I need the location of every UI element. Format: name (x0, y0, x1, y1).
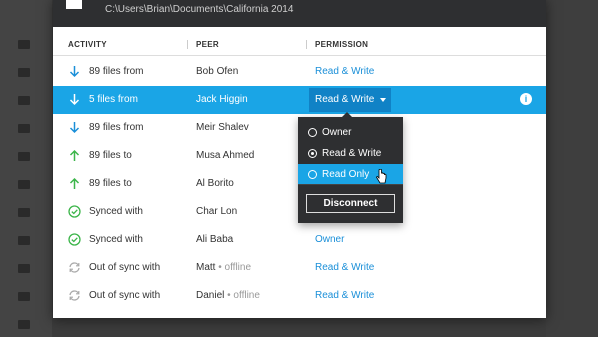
folder-icon (18, 40, 30, 49)
table-row[interactable]: Out of sync with Daniel • offline Read &… (53, 282, 546, 310)
folder-icon (18, 124, 30, 133)
activity-text: 89 files from (89, 122, 144, 133)
folder-path: C:\Users\Brian\Documents\California 2014 (105, 4, 294, 15)
peer-name: Ali Baba (196, 234, 234, 245)
option-label: Read Only (322, 169, 370, 180)
permission-link[interactable]: Read & Write (315, 290, 374, 301)
folder-icon (18, 292, 30, 301)
offline-status: • offline (224, 290, 260, 301)
activity-text: Out of sync with (89, 290, 161, 301)
folder-icon (18, 180, 30, 189)
table-row[interactable]: Synced with Ali Baba Owner (53, 226, 546, 254)
radio-icon (308, 170, 317, 179)
permission-link[interactable]: Read & Write (315, 66, 374, 77)
option-read-only[interactable]: Read Only (298, 164, 403, 184)
radio-checked-icon (308, 149, 317, 158)
hand-cursor-icon (376, 169, 387, 184)
column-header-peer: PEER (196, 40, 219, 49)
check-circle-icon (68, 205, 81, 218)
peer-name: Daniel • offline (196, 290, 260, 301)
folder-icon (18, 152, 30, 161)
peer-name: Jack Higgin (196, 94, 248, 105)
option-label: Read & Write (322, 148, 382, 159)
activity-text: 89 files to (89, 178, 132, 189)
check-circle-icon (68, 233, 81, 246)
arrow-up-icon (69, 149, 80, 161)
permission-link[interactable]: Read & Write (315, 262, 374, 273)
column-header-permission: PERMISSION (315, 40, 369, 49)
permission-dropdown: Owner Read & Write Read Only Disconnect (298, 112, 403, 223)
dropdown-divider (298, 184, 403, 185)
table-row[interactable]: 89 files from Bob Ofen Read & Write (53, 58, 546, 86)
peer-name: Al Borito (196, 178, 234, 189)
peer-name: Bob Ofen (196, 66, 239, 77)
permission-link[interactable]: Owner (315, 234, 344, 245)
arrow-down-icon (69, 66, 80, 78)
activity-text: Synced with (89, 206, 143, 217)
radio-icon (308, 128, 317, 137)
peer-name: Meir Shalev (196, 122, 249, 133)
background-right-panel (546, 0, 598, 337)
folder-icon (18, 96, 30, 105)
option-label: Owner (322, 127, 352, 138)
header-divider (53, 55, 546, 56)
peer-name: Matt • offline (196, 262, 251, 273)
column-separator (187, 40, 188, 49)
folder-thumbnail-icon (66, 0, 82, 9)
activity-text: Synced with (89, 234, 143, 245)
folder-icon (18, 68, 30, 77)
dialog-header: C:\Users\Brian\Documents\California 2014 (53, 0, 546, 27)
sync-icon (69, 290, 80, 301)
offline-status: • offline (215, 262, 252, 273)
background-sidebar (0, 0, 52, 337)
peer-name-text: Matt (196, 262, 216, 273)
sync-icon (69, 262, 80, 273)
column-header-activity: ACTIVITY (68, 40, 107, 49)
peer-name-text: Daniel (196, 290, 225, 301)
peer-name: Char Lon (196, 206, 238, 217)
arrow-up-icon (69, 177, 80, 189)
folder-icon (18, 208, 30, 217)
folder-icon (18, 264, 30, 273)
column-separator (306, 40, 307, 49)
arrow-down-icon (69, 122, 80, 134)
disconnect-button[interactable]: Disconnect (306, 194, 395, 213)
folder-icon (18, 320, 30, 329)
permission-select[interactable]: Read & Write (309, 88, 391, 112)
peer-name: Musa Ahmed (196, 150, 255, 161)
activity-text: 89 files from (89, 66, 144, 77)
info-icon[interactable]: i (520, 93, 532, 105)
chevron-down-icon (380, 98, 386, 102)
option-owner[interactable]: Owner (298, 122, 403, 142)
arrow-down-icon (69, 94, 80, 106)
activity-text: 89 files to (89, 150, 132, 161)
activity-text: Out of sync with (89, 262, 161, 273)
permission-select-value: Read & Write (315, 94, 375, 105)
table-row[interactable]: Out of sync with Matt • offline Read & W… (53, 254, 546, 282)
table-row-selected[interactable]: 5 files from Jack Higgin Read & Write i (53, 86, 546, 114)
option-read-write[interactable]: Read & Write (298, 143, 403, 163)
activity-text: 5 files from (89, 94, 138, 105)
dropdown-pointer (342, 112, 352, 117)
folder-icon (18, 236, 30, 245)
